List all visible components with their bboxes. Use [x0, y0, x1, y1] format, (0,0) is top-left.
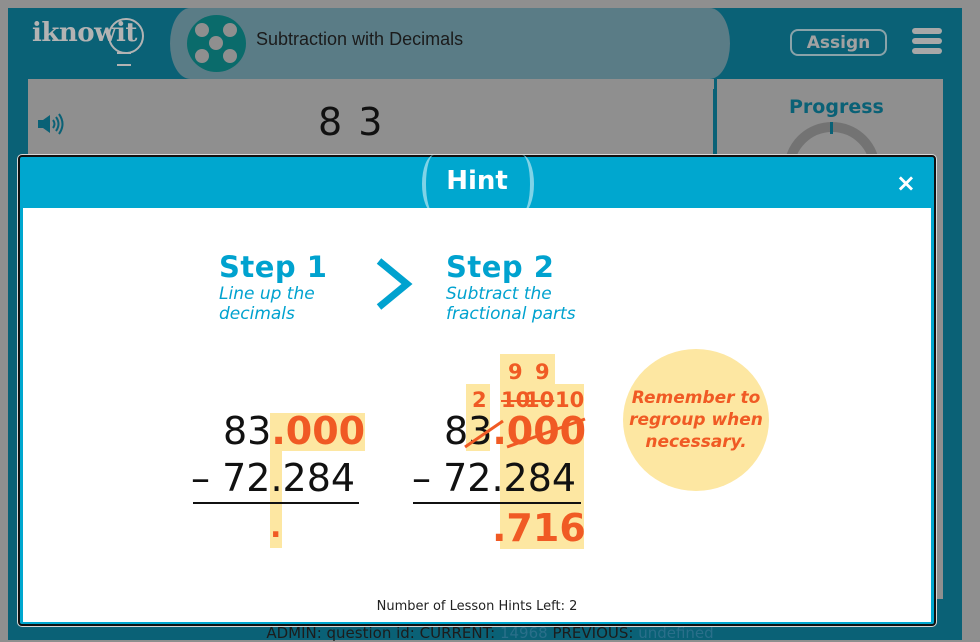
- regroup-nine-1: 9: [508, 360, 523, 384]
- chevron-right-icon: [376, 258, 413, 310]
- regroup-nine-2: 9: [535, 360, 550, 384]
- step-2-title: Step 2: [446, 250, 555, 284]
- progress-label: Progress: [789, 96, 884, 118]
- example1-top-whole: 83: [223, 409, 272, 453]
- previous-question-id[interactable]: undefined: [638, 624, 713, 642]
- step-1-line2: decimals: [219, 304, 295, 324]
- previous-label: PREVIOUS:: [547, 624, 639, 642]
- regroup-reminder: Remember to regroup when necessary.: [623, 349, 769, 491]
- hamburger-menu-icon[interactable]: [912, 28, 942, 54]
- example1-top: 83.000: [223, 409, 365, 453]
- hints-left-counter: Number of Lesson Hints Left: 2: [376, 599, 578, 614]
- hint-title: Hint: [446, 166, 508, 196]
- minus-sign: –: [191, 456, 210, 500]
- progress-indicator: [830, 122, 833, 134]
- hint-header: Hint ×: [20, 155, 934, 213]
- question-text: 8 3: [318, 100, 385, 144]
- strike-through-marks: [464, 417, 586, 449]
- panel-divider: [713, 89, 717, 159]
- hint-modal: Hint × Step 1 Line up the decimals Step …: [18, 155, 936, 626]
- step-2-line2: fractional parts: [446, 304, 576, 324]
- close-icon[interactable]: ×: [896, 169, 916, 197]
- admin-prefix: ADMIN: question id: CURRENT:: [266, 624, 500, 642]
- lesson-icon: [187, 15, 246, 72]
- step-1-line1: Line up the: [219, 284, 315, 304]
- example1-answer-line: [193, 502, 359, 504]
- assign-button[interactable]: Assign: [790, 29, 887, 56]
- example2-answer-line: [413, 502, 581, 504]
- step-1-title: Step 1: [219, 250, 328, 284]
- minus-sign: –: [412, 456, 431, 500]
- step-2-line1: Subtract the: [446, 284, 552, 304]
- example2-bottom: – 72.284: [412, 456, 576, 500]
- hint-body: Step 1 Line up the decimals Step 2 Subtr…: [23, 208, 931, 622]
- current-question-id[interactable]: 14968: [500, 624, 548, 642]
- lesson-title: Subtraction with Decimals: [256, 29, 464, 49]
- example2-result: .716: [492, 506, 586, 550]
- lightbulb-base-icon: [117, 52, 131, 66]
- step-2: Step 2 Subtract the fractional parts: [446, 250, 576, 324]
- speaker-icon[interactable]: [36, 113, 66, 135]
- regroup-reminder-text: Remember to regroup when necessary.: [629, 388, 763, 452]
- example1-bottom: – 72.284: [191, 456, 355, 500]
- example1-top-fraction: .000: [271, 409, 366, 453]
- step-1: Step 1 Line up the decimals: [219, 250, 327, 324]
- admin-info: ADMIN: question id: CURRENT: 14968 PREVI…: [0, 624, 980, 642]
- example1-bottom-number: 72.284: [222, 456, 356, 500]
- example1-result: .: [270, 510, 282, 545]
- example2-bottom-number: 72.284: [443, 456, 577, 500]
- lightbulb-icon: [108, 18, 144, 54]
